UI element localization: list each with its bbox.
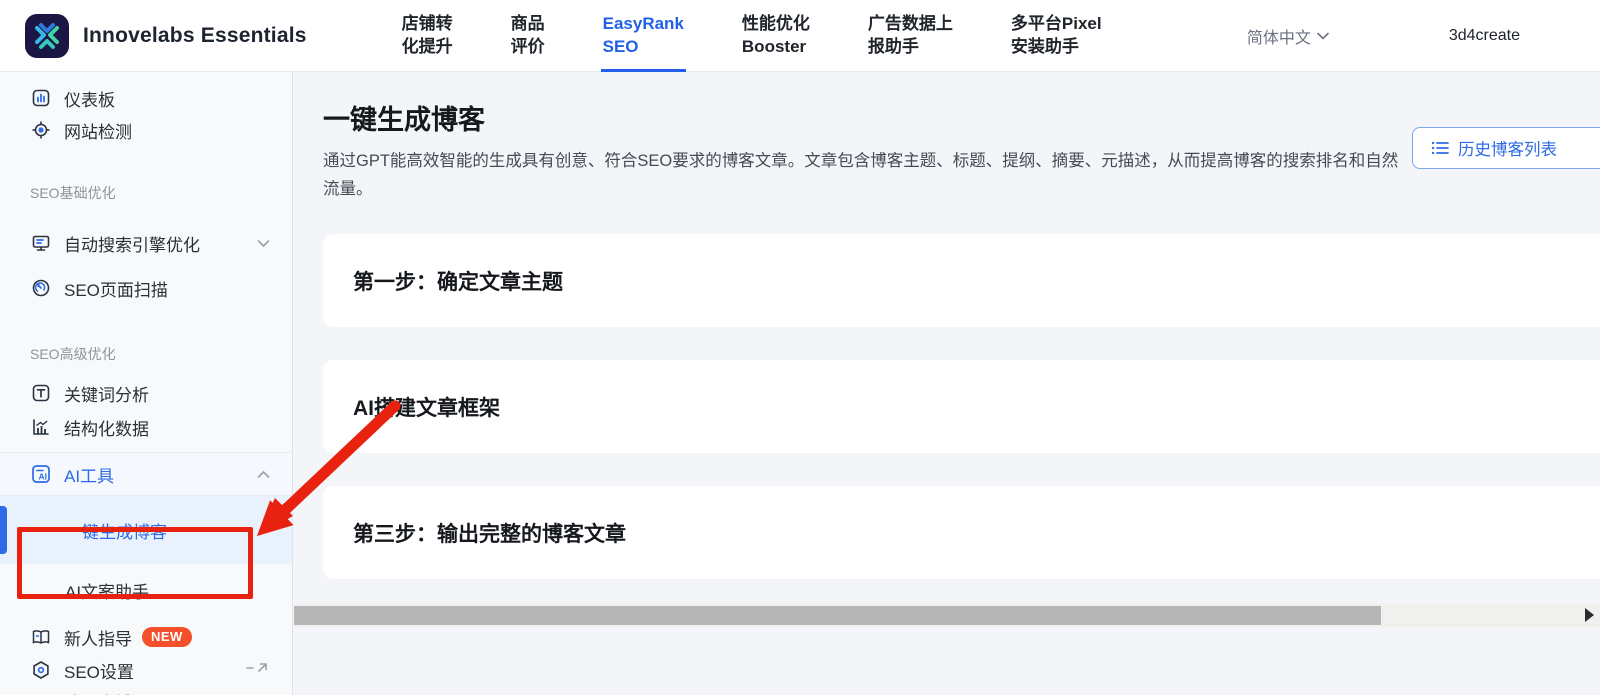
- sidebar-item-ai-tools[interactable]: AI AI工具: [0, 452, 292, 496]
- sidebar-item-dashboard[interactable]: 仪表板: [0, 82, 292, 114]
- visit-store-icon: [30, 691, 52, 695]
- nav-pixel-installer[interactable]: 多平台Pixel 安装助手: [1011, 0, 1102, 72]
- step-3-heading: 第三步：输出完整的博客文章: [353, 522, 626, 546]
- horizontal-scrollbar-thumb[interactable]: [294, 606, 1381, 625]
- brand-title: Innovelabs Essentials: [83, 23, 307, 47]
- chevron-up-icon: [257, 470, 270, 479]
- step-card-2: AI搭建文章框架: [323, 360, 1600, 453]
- page-description: 通过GPT能高效智能的生成具有创意、符合SEO要求的博客文章。文章包含博客主题、…: [323, 152, 1399, 198]
- chevron-down-icon: [1317, 32, 1329, 40]
- nav-easyrank-seo[interactable]: EasyRank SEO: [600, 0, 687, 72]
- page-title: 一键生成博客: [323, 105, 485, 135]
- logo-x-icon: [35, 22, 59, 49]
- sidebar-item-auto-seo[interactable]: 自动搜索引擎优化: [0, 225, 292, 261]
- sidebar-section-seo-advanced: SEO高级优化: [30, 346, 116, 362]
- sidebar-item-newbie-guide[interactable]: 新人指导 NEW: [0, 620, 292, 654]
- account-name[interactable]: 3d4create: [1449, 27, 1520, 45]
- active-indicator-bar: [0, 506, 7, 554]
- top-header: Innovelabs Essentials 店铺转 化提升 商品 评价 Easy…: [0, 0, 1600, 72]
- sidebar-item-visit-store[interactable]: 访问店铺: [0, 686, 292, 695]
- structured-data-icon: [30, 416, 52, 438]
- dashboard-icon: [30, 87, 52, 109]
- nav-product-reviews[interactable]: 商品 评价: [511, 0, 545, 72]
- step-card-3: 第三步：输出完整的博客文章: [323, 486, 1600, 579]
- seo-settings-icon: [30, 659, 52, 681]
- main-nav: 店铺转 化提升 商品 评价 EasyRank SEO 性能优化 Booster …: [402, 0, 1102, 72]
- gauge-icon: [30, 277, 52, 299]
- scrollbar-right-arrow[interactable]: [1585, 608, 1594, 622]
- step-2-heading: AI搭建文章框架: [353, 396, 500, 420]
- monitor-icon: [30, 232, 52, 254]
- history-blog-list-button[interactable]: 历史博客列表: [1412, 127, 1600, 169]
- nav-ad-data-reporter[interactable]: 广告数据上 报助手: [868, 0, 953, 72]
- nav-store-conversion[interactable]: 店铺转 化提升: [402, 0, 453, 72]
- chevron-down-icon: [257, 239, 270, 248]
- sidebar-item-site-check[interactable]: 网站检测: [0, 114, 292, 146]
- sidebar: 仪表板 网站检测 SEO基础优化 自动搜索引擎优化 SEO页面扫描 SEO高级优…: [0, 72, 293, 695]
- app-logo: [25, 13, 69, 58]
- keyword-icon: [30, 382, 52, 404]
- main-content: 一键生成博客 通过GPT能高效智能的生成具有创意、符合SEO要求的博客文章。文章…: [294, 72, 1600, 695]
- step-card-1: 第一步：确定文章主题: [323, 234, 1600, 327]
- horizontal-scrollbar-track[interactable]: [294, 604, 1600, 627]
- sidebar-item-seo-page-scan[interactable]: SEO页面扫描: [0, 270, 292, 306]
- sidebar-item-keyword-analysis[interactable]: 关键词分析: [0, 377, 292, 409]
- nav-performance-booster[interactable]: 性能优化 Booster: [742, 0, 810, 72]
- sidebar-item-ai-copywriter[interactable]: AI文案助手: [0, 570, 292, 610]
- site-check-icon: [30, 119, 52, 141]
- language-selector[interactable]: 简体中文: [1247, 24, 1329, 48]
- new-badge: NEW: [142, 627, 192, 647]
- step-1-heading: 第一步：确定文章主题: [353, 270, 563, 294]
- sidebar-item-structured-data[interactable]: 结构化数据: [0, 411, 292, 443]
- sidebar-collapse-icon[interactable]: [246, 661, 268, 673]
- ai-tools-icon: AI: [30, 463, 52, 485]
- guide-icon: [30, 626, 52, 648]
- svg-text:AI: AI: [39, 472, 48, 482]
- list-icon: [1431, 141, 1449, 155]
- sidebar-item-one-click-blog[interactable]: 一键生成博客: [0, 496, 292, 564]
- sidebar-section-seo-basic: SEO基础优化: [30, 185, 116, 201]
